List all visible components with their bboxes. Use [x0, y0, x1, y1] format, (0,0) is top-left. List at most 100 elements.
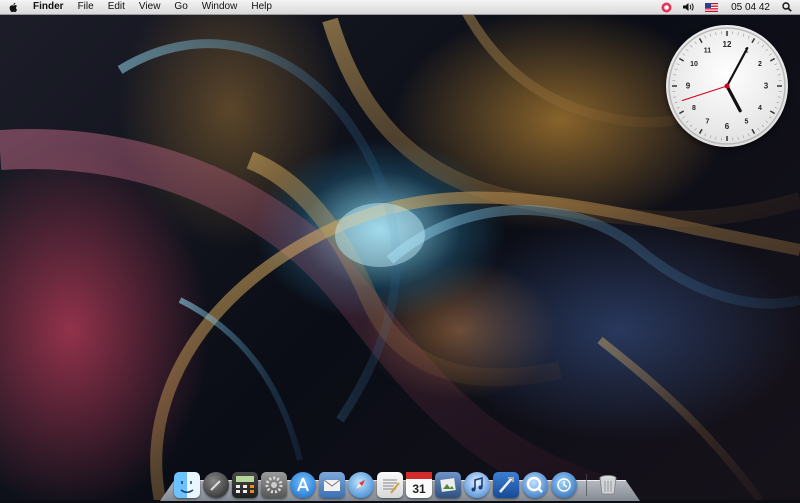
clock-number-8: 8 — [692, 105, 696, 112]
menu-view[interactable]: View — [132, 0, 168, 14]
clock-number-2: 2 — [758, 61, 762, 68]
clock-tick — [700, 38, 703, 42]
clock-tick — [778, 75, 781, 76]
clock-tick — [766, 49, 768, 51]
clock-tick — [748, 36, 749, 39]
clock-tick — [690, 45, 692, 47]
menu-file[interactable]: File — [71, 0, 101, 14]
mail-icon[interactable] — [319, 472, 345, 498]
clock-tick — [677, 64, 680, 65]
clock-tick — [683, 54, 685, 56]
clock-tick — [695, 128, 697, 130]
calculator-icon[interactable] — [232, 472, 258, 498]
clock-tick — [748, 134, 749, 137]
clock-tick — [770, 59, 774, 62]
ical-icon[interactable]: 31 — [406, 472, 432, 498]
status-area: 05 04 42 — [656, 0, 800, 14]
clock-number-6: 6 — [725, 122, 730, 131]
clock-tick — [762, 45, 764, 47]
clock-tick — [705, 36, 706, 39]
clock-tick — [679, 59, 683, 62]
clock-tick — [675, 102, 678, 103]
clock-face: 12 1 2 3 4 5 6 7 8 9 10 11 — [666, 25, 788, 147]
clock-tick — [677, 107, 680, 108]
system-preferences-icon[interactable] — [261, 472, 287, 498]
clock-tick — [758, 42, 760, 44]
clock-center — [725, 84, 730, 89]
clock-number-10: 10 — [690, 61, 698, 68]
clock-tick — [775, 107, 778, 108]
dashboard-icon[interactable] — [203, 472, 229, 498]
trash-icon[interactable] — [595, 472, 621, 498]
clock-tick — [758, 128, 760, 130]
clock-tick — [743, 135, 744, 138]
quicktime-icon[interactable] — [522, 472, 548, 498]
clock-tick — [683, 117, 685, 119]
clock-tick — [710, 135, 711, 138]
status-app-icon — [661, 2, 672, 13]
clock-tick — [716, 137, 717, 140]
clock-number-4: 4 — [758, 105, 762, 112]
apple-menu[interactable] — [0, 0, 26, 14]
clock-tick — [695, 42, 697, 44]
clock-tick — [716, 32, 717, 35]
clock-tick — [769, 117, 771, 119]
clock-widget[interactable]: 12 1 2 3 4 5 6 7 8 9 10 11 — [666, 25, 788, 147]
clock-tick — [738, 32, 739, 35]
app-store-icon[interactable] — [290, 472, 316, 498]
clock-tick — [770, 111, 774, 114]
input-menu[interactable] — [700, 0, 723, 14]
menu-edit[interactable]: Edit — [101, 0, 132, 14]
clock-tick — [775, 64, 778, 65]
clock-number-11: 11 — [704, 48, 712, 55]
clock-tick — [700, 129, 703, 133]
volume-icon — [682, 2, 695, 12]
iphoto-icon[interactable] — [435, 472, 461, 498]
clock-tick — [686, 49, 688, 51]
finder-icon[interactable] — [174, 472, 200, 498]
dock: 31 — [160, 458, 640, 500]
itunes-icon[interactable] — [464, 472, 490, 498]
clock-number-3: 3 — [764, 82, 769, 91]
clock-tick — [679, 111, 683, 114]
clock-tick — [673, 97, 676, 98]
ical-date: 31 — [412, 482, 426, 496]
us-flag-icon — [705, 3, 718, 12]
menu-bar: Finder File Edit View Go Window Help — [0, 0, 800, 15]
safari-icon[interactable] — [348, 472, 374, 498]
clock-number-5: 5 — [745, 119, 749, 126]
clock-number-7: 7 — [706, 119, 710, 126]
dock-separator — [586, 474, 587, 496]
clock-number-12: 12 — [723, 40, 732, 49]
clock-tick — [738, 137, 739, 140]
menu-help[interactable]: Help — [244, 0, 279, 14]
clock-tick — [762, 125, 764, 127]
status-app-menu[interactable] — [656, 0, 677, 14]
clock-hour-hand — [727, 86, 740, 111]
spotlight-button[interactable] — [778, 0, 800, 14]
apple-icon — [8, 2, 18, 13]
clock-tick — [752, 129, 755, 133]
xcode-icon[interactable] — [493, 472, 519, 498]
menu-window[interactable]: Window — [195, 0, 245, 14]
textedit-icon[interactable] — [377, 472, 403, 498]
clock-tick — [743, 34, 744, 37]
clock-tick — [675, 69, 678, 70]
clock-tick — [690, 125, 692, 127]
menubar-clock[interactable]: 05 04 42 — [723, 2, 778, 13]
spotlight-search-icon — [782, 2, 792, 12]
app-menu-finder[interactable]: Finder — [26, 0, 71, 14]
clock-tick — [710, 34, 711, 37]
clock-tick — [686, 121, 688, 123]
clock-tick — [766, 121, 768, 123]
clock-tick — [705, 134, 706, 137]
clock-tick — [752, 38, 755, 42]
clock-tick — [776, 69, 779, 70]
clock-tick — [769, 54, 771, 56]
clock-minute-hand — [727, 48, 747, 86]
volume-menu[interactable] — [677, 0, 700, 14]
clock-number-9: 9 — [686, 82, 691, 91]
menu-go[interactable]: Go — [167, 0, 194, 14]
time-machine-icon[interactable] — [551, 472, 577, 498]
clock-tick — [673, 75, 676, 76]
